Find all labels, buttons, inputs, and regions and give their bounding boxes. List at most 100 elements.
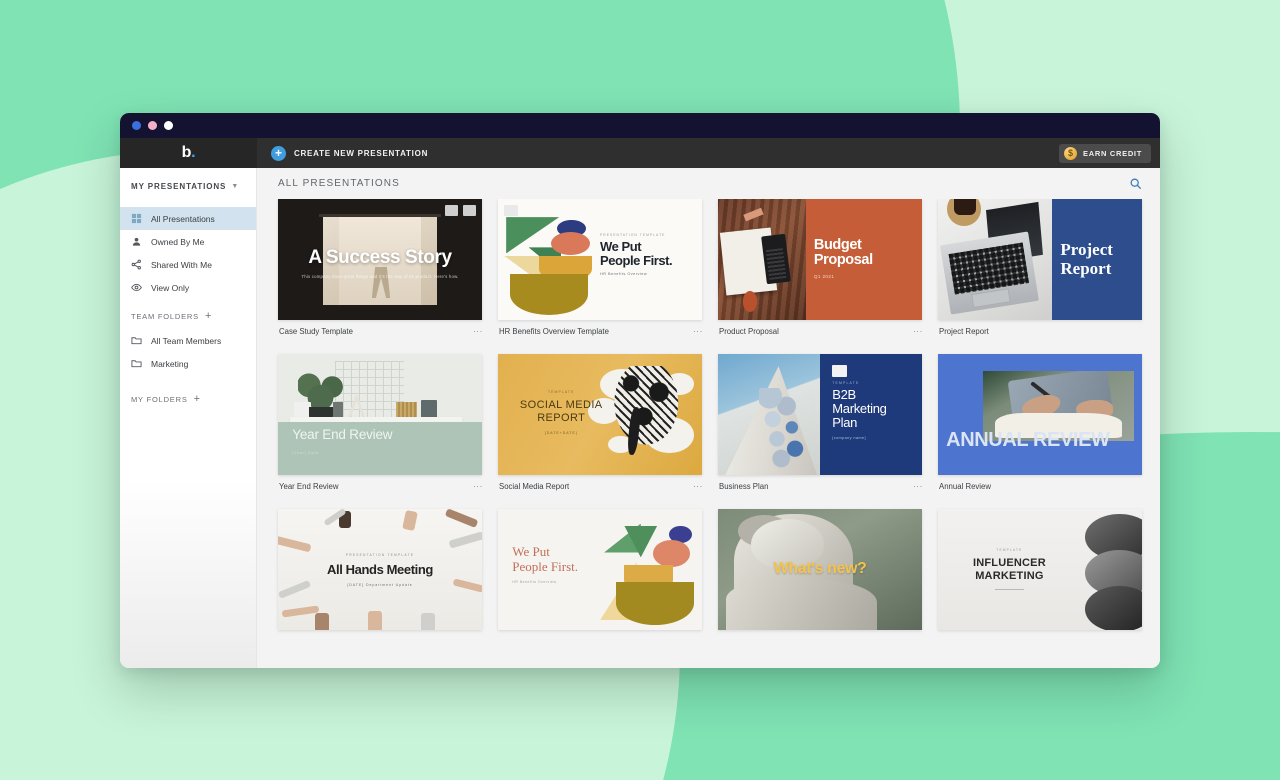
card-title: Case Study Template (279, 327, 353, 336)
laptop-photo-art (938, 199, 1053, 320)
create-new-presentation-label: CREATE NEW PRESENTATION (294, 148, 429, 158)
slide-thumbnail-b2b-marketing-plan[interactable]: TEMPLATE B2B Marketing Plan [company nam… (718, 354, 922, 475)
sidebar-item-label: Owned By Me (151, 236, 205, 247)
presentation-card[interactable]: TEMPLATE B2B Marketing Plan [company nam… (718, 354, 923, 491)
slide-text-block: PRESENTATION TEMPLATE All Hands Meeting … (294, 553, 465, 587)
slide-thumbnail-year-end-review[interactable]: Year End Review [Year] Data (278, 354, 482, 475)
desk-photo-art (718, 199, 806, 320)
slide-headline: All Hands Meeting (327, 561, 433, 577)
presentation-card[interactable]: We Put People First. HR Benefits Overvie… (498, 509, 702, 630)
presentation-card[interactable]: A Success Story This company does great … (278, 199, 483, 336)
slide-subline: HR Benefits Overview (600, 272, 648, 277)
main-content: ALL PRESENTATIONS A Success Story This c… (257, 168, 1160, 668)
slide-badge-icon (504, 205, 518, 216)
share-icon (131, 259, 142, 270)
team-folders-header: TEAM FOLDERS + (120, 310, 256, 321)
add-my-folder-icon[interactable]: + (194, 393, 201, 404)
folder-icon (131, 335, 142, 346)
traffic-light-minimize[interactable] (148, 121, 157, 130)
presentation-card[interactable]: Project Report Project Report ⋮ (938, 199, 1142, 336)
grid-icon (131, 213, 142, 224)
more-vertical-icon[interactable]: ⋮ (908, 327, 923, 336)
slide-text-block: Budget Proposal Q1 2021 (813, 237, 912, 279)
slide-text-block: We Put People First. HR Benefits Overvie… (512, 544, 602, 584)
slide-badge-icon (832, 364, 848, 377)
slide-headline: Year End Review (292, 426, 393, 442)
sidebar-title-dropdown[interactable]: MY PRESENTATIONS ▼ (120, 182, 256, 191)
create-new-presentation-button[interactable]: + CREATE NEW PRESENTATION (271, 145, 429, 161)
slide-thumbnail-influencer-marketing[interactable]: TEMPLATE INFLUENCER MARKETING (938, 509, 1142, 630)
sidebar-item-label: Shared With Me (151, 259, 212, 270)
slide-subline: [Year] Data (292, 449, 319, 455)
presentation-card[interactable]: Year End Review [Year] Data Year End Rev… (278, 354, 483, 491)
presentation-card[interactable]: TEMPLATE SOCIAL MEDIA REPORT [DATE+DATE]… (498, 354, 703, 491)
slide-headline: Project Report (1060, 240, 1113, 278)
slide-thumbnail-project-report[interactable]: Project Report (938, 199, 1142, 320)
slide-thumbnail-case-study[interactable]: A Success Story This company does great … (278, 199, 482, 320)
more-vertical-icon[interactable]: ⋮ (688, 482, 703, 491)
earn-credit-button[interactable]: $ EARN CREDIT (1059, 143, 1151, 163)
plus-circle-icon: + (271, 145, 286, 161)
traffic-light-close[interactable] (132, 121, 141, 130)
card-footer: Year End Review ⋮ (278, 475, 483, 491)
slide-badge-icon (463, 205, 476, 216)
card-title: Social Media Report (499, 482, 570, 491)
presentation-card[interactable]: Budget Proposal Q1 2021 Product Proposal… (718, 199, 923, 336)
card-footer: HR Benefits Overview Template ⋮ (498, 320, 703, 336)
slide-headline: What's new? (773, 559, 867, 577)
slide-subline: This company does great things and it's … (301, 274, 459, 280)
sidebar-item-shared-with-me[interactable]: Shared With Me (120, 253, 256, 276)
add-team-folder-icon[interactable]: + (205, 310, 212, 321)
sidebar-item-marketing[interactable]: Marketing (120, 352, 256, 375)
sidebar-item-label: Marketing (151, 358, 189, 369)
circle-orange-art (551, 231, 590, 255)
slide-subline: [company name] (832, 435, 866, 440)
apple-art (742, 290, 758, 312)
slide-headline: A Success Story (308, 247, 452, 269)
hand-art (281, 605, 320, 618)
sidebar-item-owned-by-me[interactable]: Owned By Me (120, 230, 256, 253)
laptop-base-art (939, 231, 1039, 315)
slide-thumbnail-whats-new[interactable]: What's new? (718, 509, 922, 630)
slide-headline: SOCIAL MEDIA REPORT (519, 399, 603, 425)
more-vertical-icon[interactable]: ⋮ (468, 327, 483, 336)
eye-icon (131, 282, 142, 293)
slide-thumbnail-we-put-people-first[interactable]: We Put People First. HR Benefits Overvie… (498, 509, 702, 630)
slide-eyebrow: TEMPLATE (547, 390, 575, 395)
hand-art (420, 613, 436, 630)
slide-thumbnail-annual-review[interactable]: ANNUAL REVIEW (938, 354, 1142, 475)
card-title: Year End Review (279, 482, 339, 491)
slide-subline: Q1 2021 (813, 273, 835, 279)
sidebar-item-view-only[interactable]: View Only (120, 276, 256, 299)
slide-headline: B2B Marketing Plan (832, 386, 887, 431)
semicircle-olive-art (616, 581, 694, 626)
presentation-card[interactable]: PRESENTATION TEMPLATE We Put People Firs… (498, 199, 703, 336)
search-icon[interactable] (1129, 177, 1142, 190)
slide-thumbnail-budget-proposal[interactable]: Budget Proposal Q1 2021 (718, 199, 922, 320)
presentation-card[interactable]: TEMPLATE INFLUENCER MARKETING (938, 509, 1142, 630)
slide-eyebrow: TEMPLATE (832, 380, 860, 385)
hand-art (278, 536, 312, 554)
sidebar-item-label: All Presentations (151, 213, 215, 224)
brand-logo[interactable]: b. (120, 138, 257, 168)
more-vertical-icon[interactable]: ⋮ (468, 482, 483, 491)
slide-thumbnail-social-media-report[interactable]: TEMPLATE SOCIAL MEDIA REPORT [DATE+DATE] (498, 354, 702, 475)
card-title: Project Report (939, 327, 989, 336)
sidebar-item-all-team-members[interactable]: All Team Members (120, 329, 256, 352)
sidebar-item-all-presentations[interactable]: All Presentations (120, 207, 256, 230)
traffic-light-maximize[interactable] (164, 121, 173, 130)
presentation-card[interactable]: ANNUAL REVIEW Annual Review ⋮ (938, 354, 1142, 491)
more-vertical-icon[interactable]: ⋮ (688, 327, 703, 336)
sidebar-item-label: All Team Members (151, 335, 222, 346)
slide-thumbnail-all-hands-meeting[interactable]: PRESENTATION TEMPLATE All Hands Meeting … (278, 509, 482, 630)
my-folders-label: MY FOLDERS (131, 395, 188, 404)
backdrop-rail-art (318, 213, 442, 217)
slide-text-block: TEMPLATE SOCIAL MEDIA REPORT [DATE+DATE] (512, 390, 610, 435)
my-folders-header: MY FOLDERS + (120, 393, 256, 404)
slide-eyebrow: PRESENTATION TEMPLATE (345, 552, 415, 557)
presentation-card[interactable]: PRESENTATION TEMPLATE All Hands Meeting … (278, 509, 482, 630)
slide-subline: [DATE] Department Update (347, 582, 413, 587)
slide-thumbnail-hr-benefits[interactable]: PRESENTATION TEMPLATE We Put People Firs… (498, 199, 702, 320)
more-vertical-icon[interactable]: ⋮ (908, 482, 923, 491)
presentation-card[interactable]: What's new? (718, 509, 922, 630)
